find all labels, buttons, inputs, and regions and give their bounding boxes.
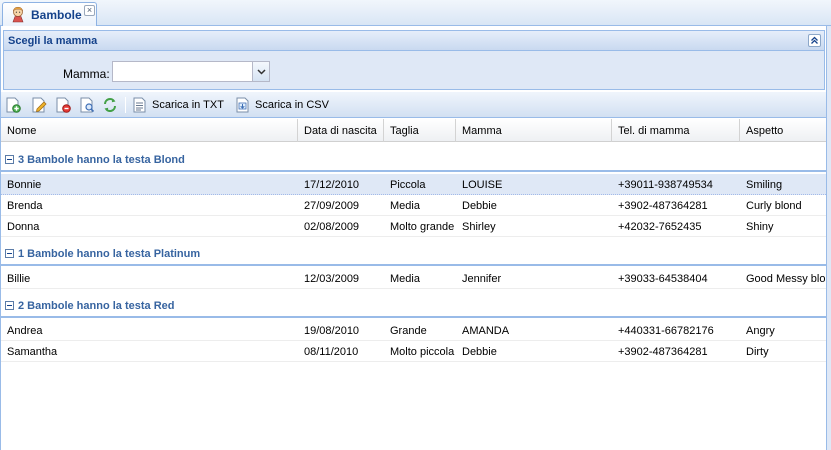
download-csv-label: Scarica in CSV	[255, 99, 329, 111]
group-header-blond[interactable]: 3 Bambole hanno la testa Blond	[1, 150, 826, 172]
view-row-icon	[80, 97, 95, 113]
csv-file-icon	[236, 97, 249, 113]
cell-data-di-nascita: 08/11/2010	[304, 346, 359, 358]
cell-nome: Andrea	[7, 325, 43, 337]
cell-aspetto: Good Messy blond	[746, 273, 826, 285]
panel-edge	[827, 26, 831, 450]
column-header-mamma[interactable]: Mamma	[456, 119, 612, 142]
tab-bambole[interactable]: Bambole ×	[2, 2, 97, 27]
main-panel: Scegli la mamma Mamma: Scarica in TXT Sc…	[0, 26, 827, 450]
collapse-icon[interactable]	[808, 34, 821, 47]
edit-row-button[interactable]	[31, 96, 47, 114]
cell-data-di-nascita: 27/09/2009	[304, 200, 360, 212]
mamma-combobox[interactable]	[112, 61, 270, 82]
cell-taglia: Molto piccola	[390, 346, 455, 358]
cell-mamma: LOUISE	[462, 179, 503, 191]
cell-aspetto: Curly blond	[746, 200, 802, 212]
add-row-icon	[6, 97, 21, 113]
chevron-down-icon[interactable]	[252, 62, 269, 81]
table-row[interactable]: Billie 12/03/2009 Media Jennifer +39033-…	[1, 268, 826, 289]
cell-mamma: Debbie	[462, 346, 497, 358]
tab-strip: Bambole ×	[0, 0, 831, 27]
cell-tel-di-mamma: +39011-938749534	[618, 179, 713, 191]
collapse-group-icon[interactable]	[5, 155, 14, 164]
cell-aspetto: Shiny	[746, 221, 774, 233]
cell-tel-di-mamma: +440331-66782176	[618, 325, 714, 337]
delete-row-button[interactable]	[55, 96, 71, 114]
table-row[interactable]: Bonnie 17/12/2010 Piccola LOUISE +39011-…	[1, 174, 826, 195]
cell-aspetto: Angry	[746, 325, 775, 337]
cell-tel-di-mamma: +39033-64538404	[618, 273, 708, 285]
view-row-button[interactable]	[79, 96, 95, 114]
mamma-input[interactable]	[113, 62, 251, 81]
table-row[interactable]: Andrea 19/08/2010 Grande AMANDA +440331-…	[1, 320, 826, 341]
cell-data-di-nascita: 02/08/2009	[304, 221, 360, 233]
column-header-tel-di-mamma[interactable]: Tel. di mamma	[612, 119, 740, 142]
cell-tel-di-mamma: +3902-487364281	[618, 346, 708, 358]
mamma-label: Mamma:	[63, 67, 110, 81]
column-header-nome[interactable]: Nome	[1, 119, 298, 142]
cell-data-di-nascita: 12/03/2009	[304, 273, 360, 285]
download-txt-label: Scarica in TXT	[152, 99, 224, 111]
close-icon[interactable]: ×	[84, 5, 95, 16]
group-title: 3 Bambole hanno la testa Blond	[18, 154, 185, 166]
mother-filter-panel: Scegli la mamma Mamma:	[3, 30, 825, 90]
cell-taglia: Piccola	[390, 179, 426, 191]
add-row-button[interactable]	[5, 96, 21, 114]
cell-taglia: Grande	[390, 325, 427, 337]
download-csv-button[interactable]: Scarica in CSV	[236, 96, 329, 114]
cell-taglia: Molto grande	[390, 221, 455, 233]
column-header-aspetto[interactable]: Aspetto	[740, 119, 826, 142]
cell-mamma: AMANDA	[462, 325, 510, 337]
collapse-group-icon[interactable]	[5, 301, 14, 310]
form-title: Scegli la mamma	[8, 35, 98, 47]
text-file-icon	[133, 97, 146, 113]
table-row[interactable]: Samantha 08/11/2010 Molto piccola Debbie…	[1, 341, 826, 362]
group-header-platinum[interactable]: 1 Bambole hanno la testa Platinum	[1, 244, 826, 266]
cell-mamma: Debbie	[462, 200, 497, 212]
cell-aspetto: Dirty	[746, 346, 769, 358]
column-header-taglia[interactable]: Taglia	[384, 119, 456, 142]
tab-label: Bambole	[31, 8, 82, 22]
cell-tel-di-mamma: +3902-487364281	[618, 200, 708, 212]
group-title: 1 Bambole hanno la testa Platinum	[18, 248, 201, 260]
cell-tel-di-mamma: +42032-7652435	[618, 221, 702, 233]
refresh-icon	[104, 98, 116, 112]
collapse-group-icon[interactable]	[5, 249, 14, 258]
cell-mamma: Shirley	[462, 221, 496, 233]
cell-taglia: Media	[390, 273, 420, 285]
cell-data-di-nascita: 17/12/2010	[304, 179, 360, 191]
group-header-red[interactable]: 2 Bambole hanno la testa Red	[1, 296, 826, 318]
cell-mamma: Jennifer	[462, 273, 502, 285]
cell-aspetto: Smiling	[746, 179, 783, 191]
table-row[interactable]: Donna 02/08/2009 Molto grande Shirley +4…	[1, 216, 826, 237]
cell-taglia: Media	[390, 200, 420, 212]
group-title: 2 Bambole hanno la testa Red	[18, 300, 175, 312]
cell-nome: Brenda	[7, 200, 43, 212]
table-row[interactable]: Brenda 27/09/2009 Media Debbie +3902-487…	[1, 195, 826, 216]
column-header-data-di-nascita[interactable]: Data di nascita	[298, 119, 384, 142]
grid-header: Nome Data di nascita Taglia Mamma Tel. d…	[1, 119, 826, 142]
delete-row-icon	[56, 97, 71, 113]
cell-nome: Donna	[7, 221, 40, 233]
edit-row-icon	[32, 97, 47, 113]
toolbar-separator	[125, 97, 126, 113]
cell-nome: Samantha	[7, 346, 58, 358]
cell-nome: Bonnie	[7, 179, 42, 191]
cell-data-di-nascita: 19/08/2010	[304, 325, 360, 337]
form-header: Scegli la mamma	[4, 31, 824, 51]
doll-icon	[10, 6, 26, 23]
refresh-button[interactable]	[102, 96, 118, 114]
cell-nome: Billie	[7, 273, 31, 285]
grid-toolbar: Scarica in TXT Scarica in CSV	[1, 92, 826, 118]
download-txt-button[interactable]: Scarica in TXT	[133, 96, 224, 114]
